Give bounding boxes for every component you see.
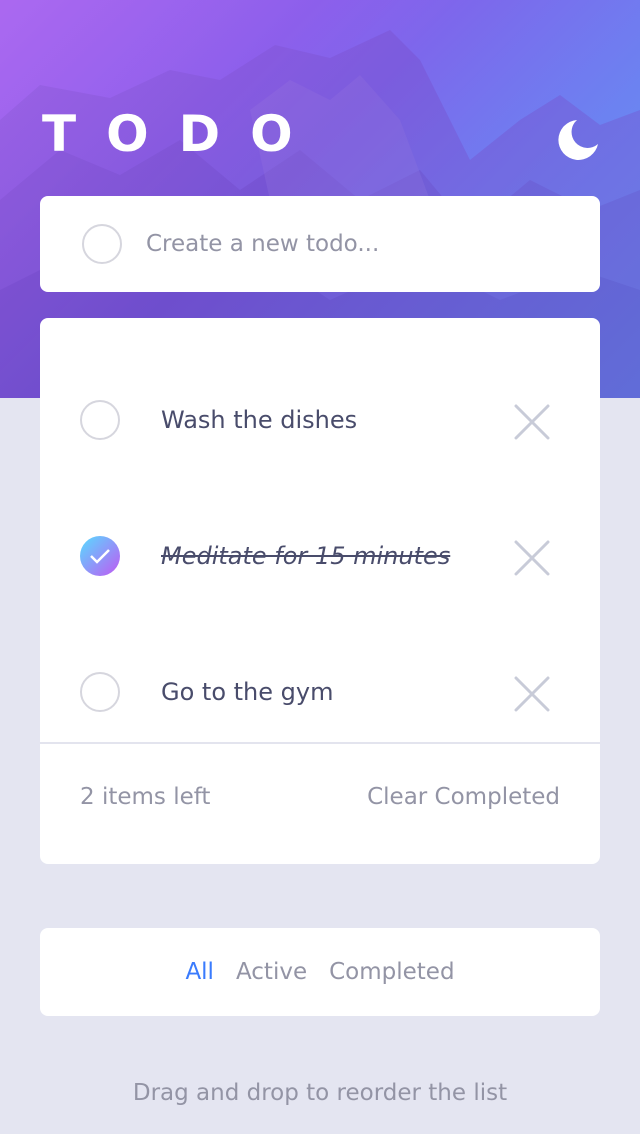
todo-item[interactable]: Wash the dishes xyxy=(40,336,600,472)
filter-bar: All Active Completed xyxy=(40,928,600,1016)
close-icon xyxy=(514,540,550,576)
theme-toggle-button[interactable] xyxy=(554,118,600,164)
check-icon xyxy=(90,549,110,564)
page-title: TODO xyxy=(42,105,323,163)
close-icon xyxy=(514,404,550,440)
reorder-hint: Drag and drop to reorder the list xyxy=(132,1080,508,1106)
close-icon xyxy=(514,676,550,712)
todo-list-card: Wash the dishes Meditate for 15 minutes … xyxy=(40,318,600,864)
todo-checkbox[interactable] xyxy=(80,536,120,576)
delete-todo-button[interactable] xyxy=(514,676,550,712)
clear-completed-button[interactable]: Clear Completed xyxy=(367,784,560,810)
todo-text: Go to the gym xyxy=(161,678,334,706)
todo-text: Meditate for 15 minutes xyxy=(161,542,451,570)
filter-active[interactable]: Active xyxy=(236,959,307,985)
delete-todo-button[interactable] xyxy=(514,404,550,440)
list-divider xyxy=(40,742,600,744)
filter-all[interactable]: All xyxy=(185,959,214,985)
todo-text: Wash the dishes xyxy=(161,406,358,434)
filter-completed[interactable]: Completed xyxy=(329,959,454,985)
create-todo-card xyxy=(40,196,600,292)
delete-todo-button[interactable] xyxy=(514,540,550,576)
todo-item[interactable]: Go to the gym xyxy=(40,608,600,744)
todo-item[interactable]: Meditate for 15 minutes xyxy=(40,472,600,608)
todo-checkbox[interactable] xyxy=(80,672,120,712)
items-left-count: 2 items left xyxy=(80,784,211,810)
todo-checkbox[interactable] xyxy=(80,400,120,440)
new-todo-input[interactable] xyxy=(146,220,566,268)
create-todo-checkbox[interactable] xyxy=(82,224,122,264)
moon-icon xyxy=(558,120,598,160)
